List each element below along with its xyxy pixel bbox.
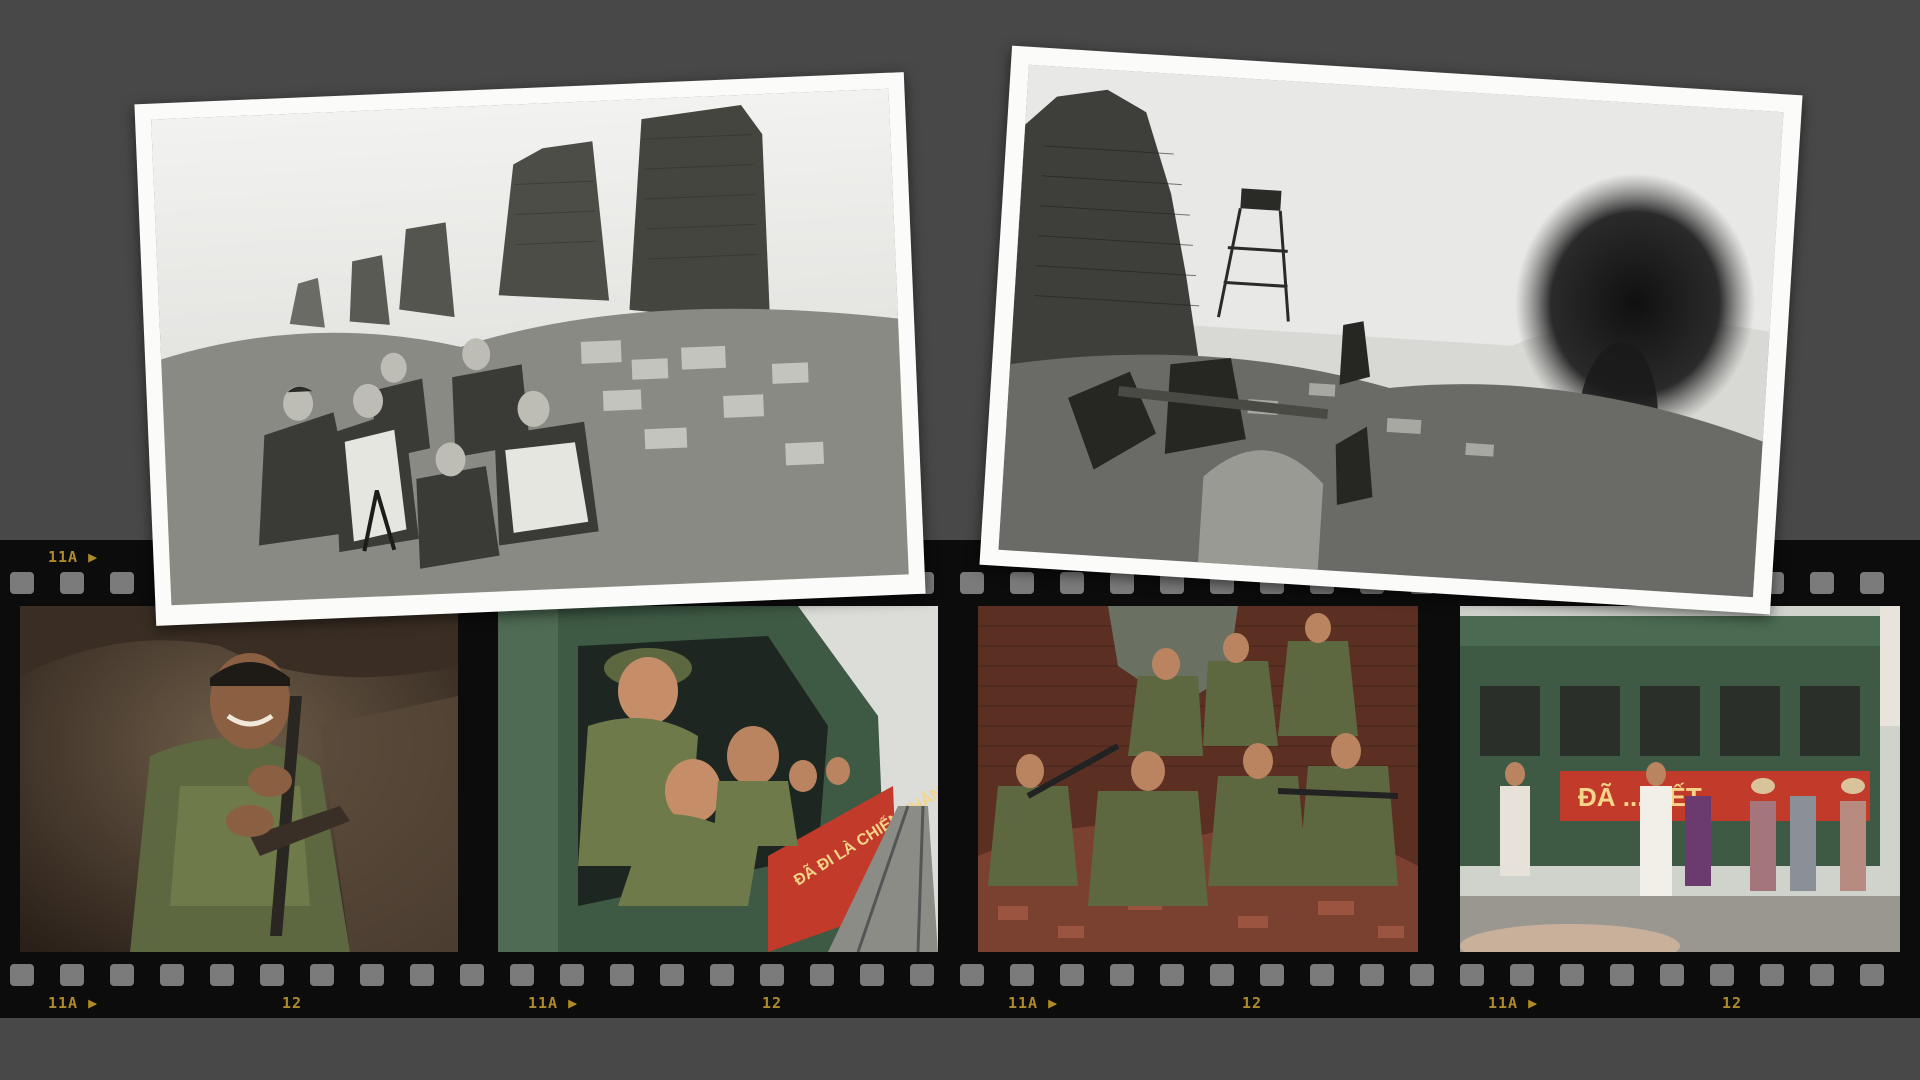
- bottom-perforation-hole: [310, 964, 334, 986]
- bottom-perforation-hole: [1110, 964, 1134, 986]
- bottom-perforation-hole: [1410, 964, 1434, 986]
- bottom-perforation-hole: [910, 964, 934, 986]
- archive-photo-soldiers-in-ruins: [134, 72, 926, 626]
- bottom-perforation-hole: [1760, 964, 1784, 986]
- bottom-perforation-hole: [1360, 964, 1384, 986]
- bottom-perforation-hole: [360, 964, 384, 986]
- bottom-perforation-hole: [810, 964, 834, 986]
- bottom-perforation-hole: [10, 964, 34, 986]
- bottom-perforation-hole: [460, 964, 484, 986]
- film-edge-code: 11A ▶: [528, 994, 579, 1012]
- top-perforation-hole: [60, 572, 84, 594]
- bottom-perforation-hole: [1710, 964, 1734, 986]
- bottom-perforation-hole: [1610, 964, 1634, 986]
- bottom-perforation-hole: [110, 964, 134, 986]
- film-edge-code: 12: [1242, 994, 1263, 1012]
- film-edge-code: 11A ▶: [1008, 994, 1059, 1012]
- bottom-perforation-hole: [210, 964, 234, 986]
- bottom-perforation-hole: [1010, 964, 1034, 986]
- bottom-perforation-hole: [1860, 964, 1884, 986]
- archive-photo-battle-smoke: [979, 45, 1803, 615]
- bottom-perforation-hole: [560, 964, 584, 986]
- bottom-perforation-hole: [1060, 964, 1084, 986]
- film-edge-code: 11A ▶: [1488, 994, 1539, 1012]
- bottom-perforation-hole: [860, 964, 884, 986]
- bottom-perforation-hole: [1260, 964, 1284, 986]
- bottom-perforation-hole: [1810, 964, 1834, 986]
- film-frame-soldiers-train-window: ĐÃ ĐI LÀ CHIẾN THẮNG: [498, 606, 938, 952]
- bottom-perforation-hole: [1310, 964, 1334, 986]
- archive-photo-image: [151, 88, 909, 606]
- top-perforation-hole: [960, 572, 984, 594]
- bottom-perforation-hole: [1210, 964, 1234, 986]
- top-perforation-hole: [110, 572, 134, 594]
- bottom-perforation-hole: [660, 964, 684, 986]
- top-perforation-hole: [1060, 572, 1084, 594]
- bottom-perforation-hole: [1160, 964, 1184, 986]
- bottom-perforation-hole: [510, 964, 534, 986]
- top-perforation-hole: [1810, 572, 1834, 594]
- station-banner-text: ĐÃ ... YẾT: [1578, 782, 1702, 812]
- film-frame-soldiers-on-rubble: [978, 606, 1418, 952]
- bottom-perforation-hole: [410, 964, 434, 986]
- top-perforation-hole: [1860, 572, 1884, 594]
- bottom-perforation-hole: [1460, 964, 1484, 986]
- film-frame-train-farewell: ĐÃ ... YẾT: [1460, 606, 1900, 952]
- bottom-perforation-hole: [760, 964, 784, 986]
- film-edge-code: 11A ▶: [48, 548, 99, 566]
- bottom-perforation-hole: [60, 964, 84, 986]
- film-edge-code: 11A ▶: [48, 994, 99, 1012]
- bottom-perforation-hole: [610, 964, 634, 986]
- bottom-perforation-hole: [1560, 964, 1584, 986]
- film-edge-code: 12: [1722, 994, 1743, 1012]
- bottom-perforation-hole: [160, 964, 184, 986]
- film-edge-code: 12: [282, 994, 303, 1012]
- top-perforation-hole: [1010, 572, 1034, 594]
- bottom-perforation-hole: [1510, 964, 1534, 986]
- film-frame-laughing-soldier: [20, 606, 458, 952]
- bottom-perforation-hole: [260, 964, 284, 986]
- bottom-perforation-hole: [710, 964, 734, 986]
- bottom-perforation-hole: [1660, 964, 1684, 986]
- bottom-perforation-hole: [960, 964, 984, 986]
- archive-photo-image: [998, 64, 1784, 598]
- top-perforation-hole: [10, 572, 34, 594]
- film-strip-bottom-perforations: 11A ▶ 12 11A ▶ 12 11A ▶ 12 11A ▶ 12: [0, 952, 1920, 1018]
- film-edge-code: 12: [762, 994, 783, 1012]
- top-perforation-hole: [1110, 572, 1134, 594]
